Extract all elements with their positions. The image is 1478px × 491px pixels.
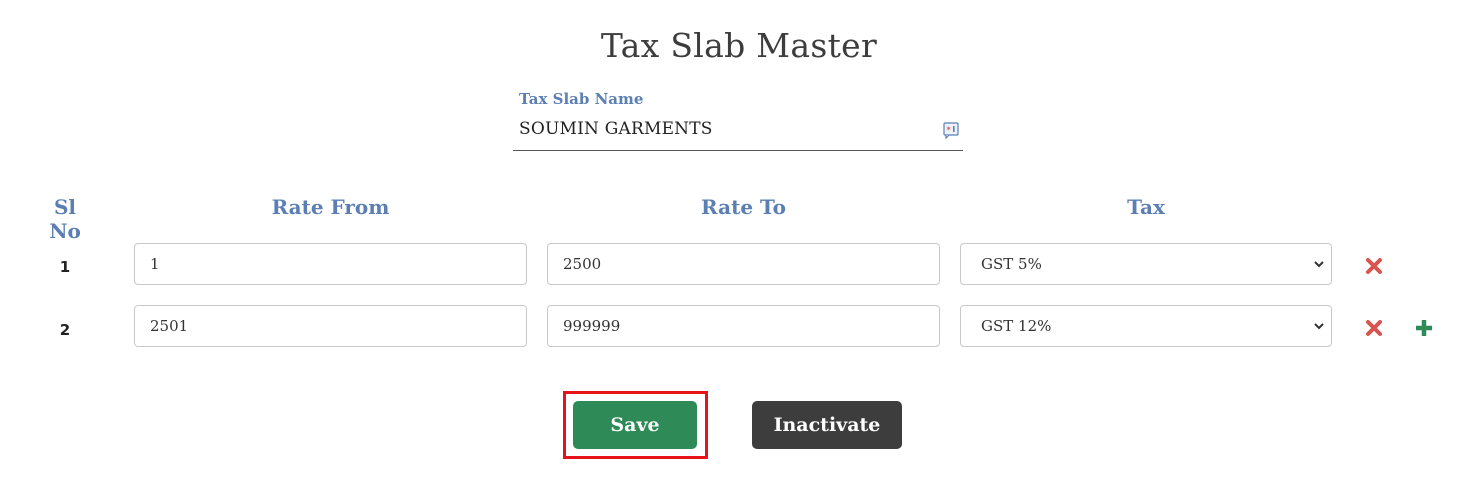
save-button[interactable]: Save [573, 401, 697, 449]
header-rate-to: Rate To [701, 195, 786, 219]
header-sl-no: Sl No [49, 195, 81, 243]
rate-to-input[interactable]: 2500 [547, 243, 940, 285]
header-tax: Tax [1127, 195, 1165, 219]
page-title: Tax Slab Master [600, 26, 878, 65]
form-badge-icon: * [943, 122, 959, 139]
rate-from-input[interactable]: 1 [134, 243, 527, 285]
delete-row-icon[interactable] [1364, 256, 1384, 276]
tax-select[interactable]: GST 5% [960, 243, 1332, 285]
tax-select[interactable]: GST 12% [960, 305, 1332, 347]
rate-to-input[interactable]: 999999 [547, 305, 940, 347]
tax-slab-name-label: Tax Slab Name [519, 90, 644, 108]
chevron-down-icon [1314, 261, 1324, 268]
add-row-icon[interactable] [1414, 318, 1434, 338]
tax-select-value: GST 12% [981, 317, 1052, 335]
chevron-down-icon [1314, 323, 1324, 330]
row-sl-no: 1 [59, 258, 71, 276]
header-rate-from: Rate From [271, 195, 390, 219]
rate-from-input[interactable]: 2501 [134, 305, 527, 347]
tax-select-value: GST 5% [981, 255, 1042, 273]
delete-row-icon[interactable] [1364, 318, 1384, 338]
tax-slab-name-value: SOUMIN GARMENTS [519, 119, 713, 139]
inactivate-button[interactable]: Inactivate [752, 401, 902, 449]
tax-slab-name-field[interactable]: SOUMIN GARMENTS * [513, 112, 963, 151]
row-sl-no: 2 [59, 321, 71, 339]
